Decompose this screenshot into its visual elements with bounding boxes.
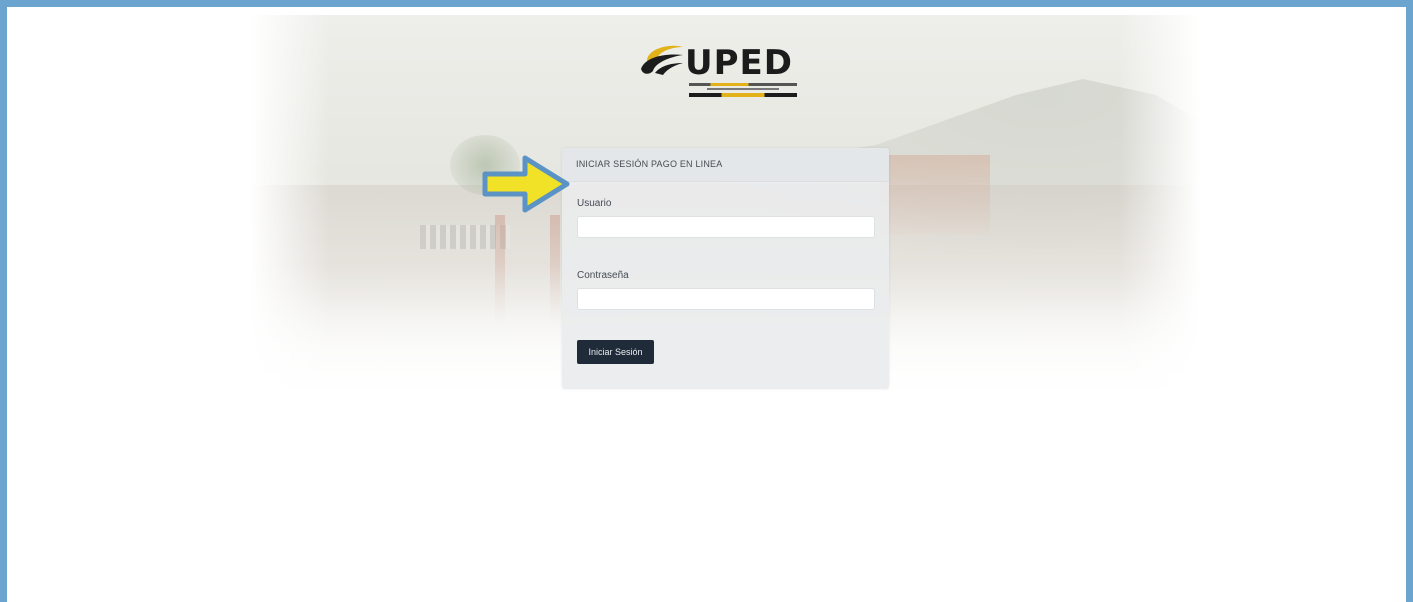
username-input[interactable] [577, 216, 875, 238]
uped-logo: UPED [639, 43, 801, 105]
login-title: INICIAR SESIÓN PAGO EN LINEA [576, 159, 723, 169]
screenshot-frame: UPED INICIAR SESIÓN PAGO EN LINEA Usuari… [0, 0, 1413, 602]
login-button[interactable]: Iniciar Sesión [577, 340, 654, 364]
password-label: Contraseña [577, 270, 629, 281]
login-card: INICIAR SESIÓN PAGO EN LINEA Usuario Con… [562, 148, 889, 389]
uped-swoosh-logo-icon [641, 45, 683, 75]
login-card-header: INICIAR SESIÓN PAGO EN LINEA [562, 148, 889, 182]
username-label: Usuario [577, 198, 612, 209]
arrow-right-icon [482, 155, 570, 213]
logo-tagline [689, 83, 797, 97]
password-input[interactable] [577, 288, 875, 310]
logo-wordmark: UPED [685, 43, 793, 83]
